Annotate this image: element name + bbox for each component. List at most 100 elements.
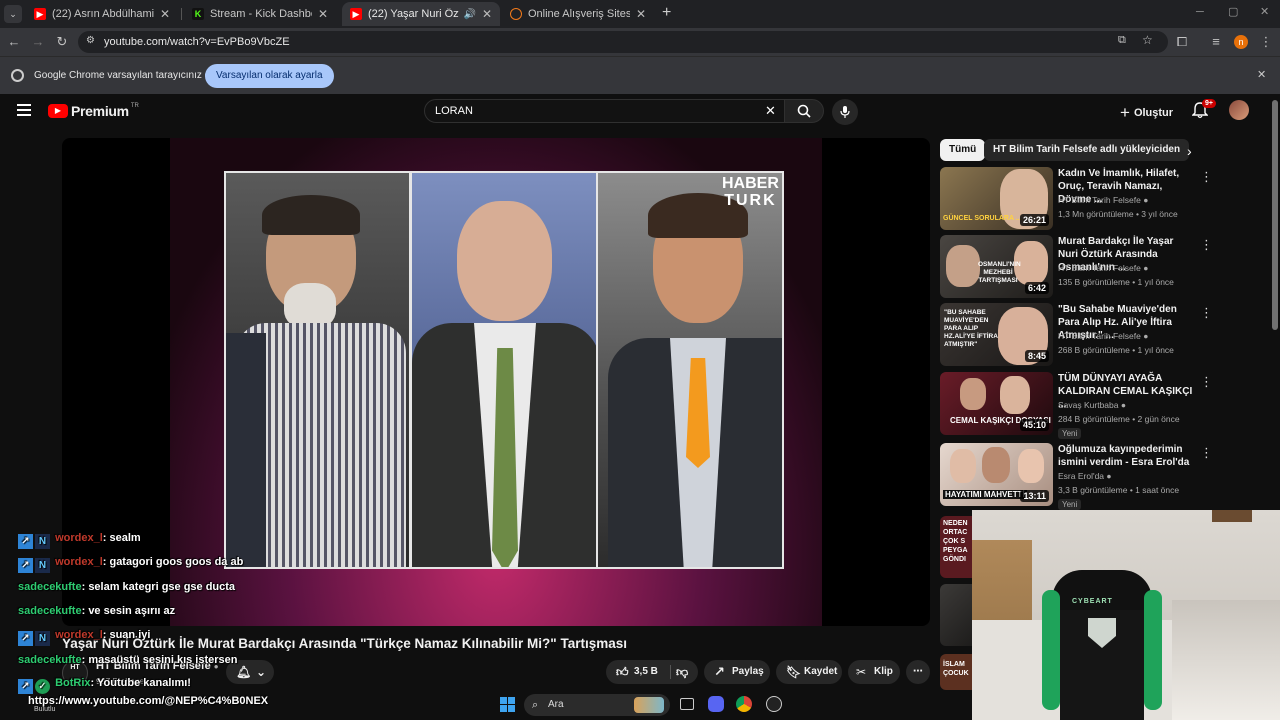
video-player[interactable]: HABER TURK xyxy=(62,138,930,626)
tab-1[interactable]: K Stream - Kick Dashboard ✕ xyxy=(184,2,336,26)
chat-link[interactable]: https://www.youtube.com/@NEP%C4%B0NEX xyxy=(28,695,268,707)
recommended-video[interactable]: CEMAL KAŞIKÇI DOSYASI 45:10 TÜM DÜNYAYI … xyxy=(940,372,1213,439)
clip-button[interactable]: ✂ Klip xyxy=(848,660,900,684)
more-options-icon[interactable]: ⋮ xyxy=(1200,305,1213,321)
clip-label: Klip xyxy=(874,666,893,677)
chip-all[interactable]: Tümü xyxy=(940,139,986,161)
reading-list-icon[interactable]: ≡ xyxy=(1208,28,1224,56)
set-default-button[interactable]: Varsayılan olarak ayarla xyxy=(205,64,334,88)
hamburger-menu-icon[interactable] xyxy=(17,104,31,116)
video-thumbnail[interactable]: "BU SAHABE MUAVİYE'DEN PARA ALIP HZ.ALİ'… xyxy=(940,303,1053,366)
tab-search-button[interactable]: ⌄ xyxy=(4,5,22,23)
speaker-icon[interactable]: 🔊 xyxy=(463,9,475,20)
search-input[interactable]: LORAN ✕ xyxy=(424,99,786,123)
windows-start-icon[interactable] xyxy=(500,697,515,712)
recommended-video[interactable]: OSMANLI'NIN MEZHEBİ TARTIŞMASI 6:42 Mura… xyxy=(940,235,1213,299)
obs-icon[interactable] xyxy=(766,696,782,712)
youtube-icon: ▶ xyxy=(350,8,362,20)
thumbnail-caption: GÜNCEL SORULARA ... xyxy=(943,215,1022,222)
bell-icon: 🔔︎ xyxy=(236,665,252,679)
menu-kebab-icon[interactable]: ⋮ xyxy=(1258,28,1274,56)
chat-message: ↗ ✓ BotRix: Youtube kanalımı! xyxy=(18,677,191,694)
channel-name[interactable]: HT Bilim Tarih Felsefe ● xyxy=(1058,263,1148,273)
maximize-icon[interactable]: ▢ xyxy=(1228,5,1238,18)
chevron-right-icon[interactable]: › xyxy=(1187,143,1192,159)
close-icon[interactable]: ✕ xyxy=(160,7,170,21)
thumbs-down-icon[interactable]: 👎︎ xyxy=(676,660,688,684)
video-title[interactable]: Oğlumuza kayınpederimin ismini verdim - … xyxy=(1058,443,1194,469)
share-label: Paylaş xyxy=(732,666,764,677)
new-tab-button[interactable]: + xyxy=(662,4,671,22)
close-icon[interactable]: ✕ xyxy=(318,7,328,21)
video-thumbnail[interactable]: OSMANLI'NIN MEZHEBİ TARTIŞMASI 6:42 xyxy=(940,235,1053,298)
extensions-icon[interactable]: ⧠ xyxy=(1174,28,1190,56)
recommended-video[interactable]: "BU SAHABE MUAVİYE'DEN PARA ALIP HZ.ALİ'… xyxy=(940,303,1213,367)
address-bar[interactable]: ⚙ youtube.com/watch?v=EvPBo9VbcZE ⧉ ☆ xyxy=(78,31,1168,53)
tab-0[interactable]: ▶ (22) Asrın Abdülhamit'i Öyle m ✕ xyxy=(26,2,178,26)
discord-icon[interactable] xyxy=(708,696,724,712)
video-meta: 135 B görüntüleme • 1 yıl önce xyxy=(1058,277,1174,287)
account-avatar[interactable] xyxy=(1229,100,1249,120)
recommended-video[interactable]: GÜNCEL SORULARA ... 26:21 Kadın Ve İmaml… xyxy=(940,167,1213,231)
gaming-chair: CYBEART xyxy=(1042,570,1162,720)
moderator-badge-icon: ↗ xyxy=(18,558,33,573)
youtube-logo[interactable]: ▶ Premium TR xyxy=(48,103,139,119)
share-button[interactable]: ↗ Paylaş xyxy=(704,660,770,684)
recommended-video[interactable]: HAYATIMI MAHVETTİ 13:11 Oğlumuza kayınpe… xyxy=(940,443,1213,510)
save-button[interactable]: 🔖︎ Kaydet xyxy=(776,660,842,684)
channel-name[interactable]: HT Bilim Tarih Felsefe ● xyxy=(1058,195,1148,205)
more-options-icon[interactable]: ⋮ xyxy=(1200,237,1213,253)
duration-badge: 26:21 xyxy=(1019,214,1049,226)
cast-icon[interactable]: ⧉ xyxy=(1118,34,1126,47)
subscriber-badge-icon: N xyxy=(35,631,50,646)
video-thumbnail[interactable]: GÜNCEL SORULARA ... 26:21 xyxy=(940,167,1053,230)
chat-message: sadecekufte: masaüstü sesini kıs isterse… xyxy=(18,654,238,666)
more-actions-button[interactable]: ⋯ xyxy=(906,660,930,684)
more-options-icon[interactable]: ⋮ xyxy=(1200,445,1213,461)
bookmark-star-icon[interactable]: ☆ xyxy=(1142,33,1153,47)
chrome-taskbar-icon[interactable] xyxy=(736,696,752,712)
minimize-icon[interactable]: ─ xyxy=(1196,6,1204,18)
speaker-left-panel xyxy=(224,171,411,569)
page-scrollbar[interactable] xyxy=(1272,100,1278,330)
notifications-button[interactable]: 9+ xyxy=(1191,99,1216,122)
channel-name[interactable]: Savaş Kurtbaba ● xyxy=(1058,400,1126,410)
webcam-overlay: CYBEART xyxy=(972,510,1280,720)
youtube-header: ▶ Premium TR LORAN ✕ + Oluştur 9+ xyxy=(0,94,1270,134)
chevron-down-icon: ⌄ xyxy=(256,665,267,679)
forward-icon[interactable]: → xyxy=(30,28,46,56)
chip-uploader[interactable]: HT Bilim Tarih Felsefe adlı yükleyiciden xyxy=(984,139,1190,161)
clear-search-icon[interactable]: ✕ xyxy=(765,100,776,122)
task-view-icon[interactable] xyxy=(680,698,694,710)
like-button[interactable]: 👍︎ 3,5 B 👎︎ xyxy=(606,660,698,684)
video-thumbnail[interactable]: HAYATIMI MAHVETTİ 13:11 xyxy=(940,443,1053,506)
taskbar-search[interactable]: ⌕ Ara xyxy=(524,694,670,716)
create-button[interactable]: + Oluştur xyxy=(1120,103,1173,123)
channel-name[interactable]: Esra Erol'da ● xyxy=(1058,471,1112,481)
duration-badge: 8:45 xyxy=(1024,350,1049,362)
profile-avatar[interactable]: n xyxy=(1234,35,1248,49)
tab-2-active[interactable]: ▶ (22) Yaşar Nuri Öztürk İle M 🔊 ✕ xyxy=(342,2,500,26)
back-icon[interactable]: ← xyxy=(6,28,22,56)
chat-text: : sealm xyxy=(102,532,141,544)
window-close-icon[interactable]: ✕ xyxy=(1260,5,1269,18)
more-options-icon[interactable]: ⋮ xyxy=(1200,169,1213,185)
moderator-badge-icon: ↗ xyxy=(18,631,33,646)
chat-message: sadecekufte: selam kategri gse gse ducta xyxy=(18,581,235,593)
channel-name[interactable]: HT Bilim Tarih Felsefe ● xyxy=(1058,331,1148,341)
speaker-center-panel xyxy=(410,171,598,569)
tab-3[interactable]: Online Alışveriş Sitesi, Türkiye'n ✕ xyxy=(502,2,654,26)
video-thumbnail[interactable]: CEMAL KAŞIKÇI DOSYASI 45:10 xyxy=(940,372,1053,435)
close-icon[interactable]: ✕ xyxy=(636,7,646,21)
tab-strip: ⌄ ▶ (22) Asrın Abdülhamit'i Öyle m ✕ K S… xyxy=(0,0,1280,28)
thumbs-up-icon: 👍︎ xyxy=(616,665,629,679)
video-frame: HABER TURK xyxy=(170,138,822,626)
reload-icon[interactable]: ↻ xyxy=(54,28,70,56)
verified-icon: ● xyxy=(1143,195,1149,205)
close-icon[interactable]: ✕ xyxy=(482,7,492,21)
search-button[interactable] xyxy=(784,99,824,123)
close-icon[interactable]: ✕ xyxy=(1257,68,1266,81)
more-options-icon[interactable]: ⋮ xyxy=(1200,374,1213,390)
voice-search-button[interactable] xyxy=(832,99,858,125)
site-info-icon[interactable]: ⚙ xyxy=(86,35,95,46)
